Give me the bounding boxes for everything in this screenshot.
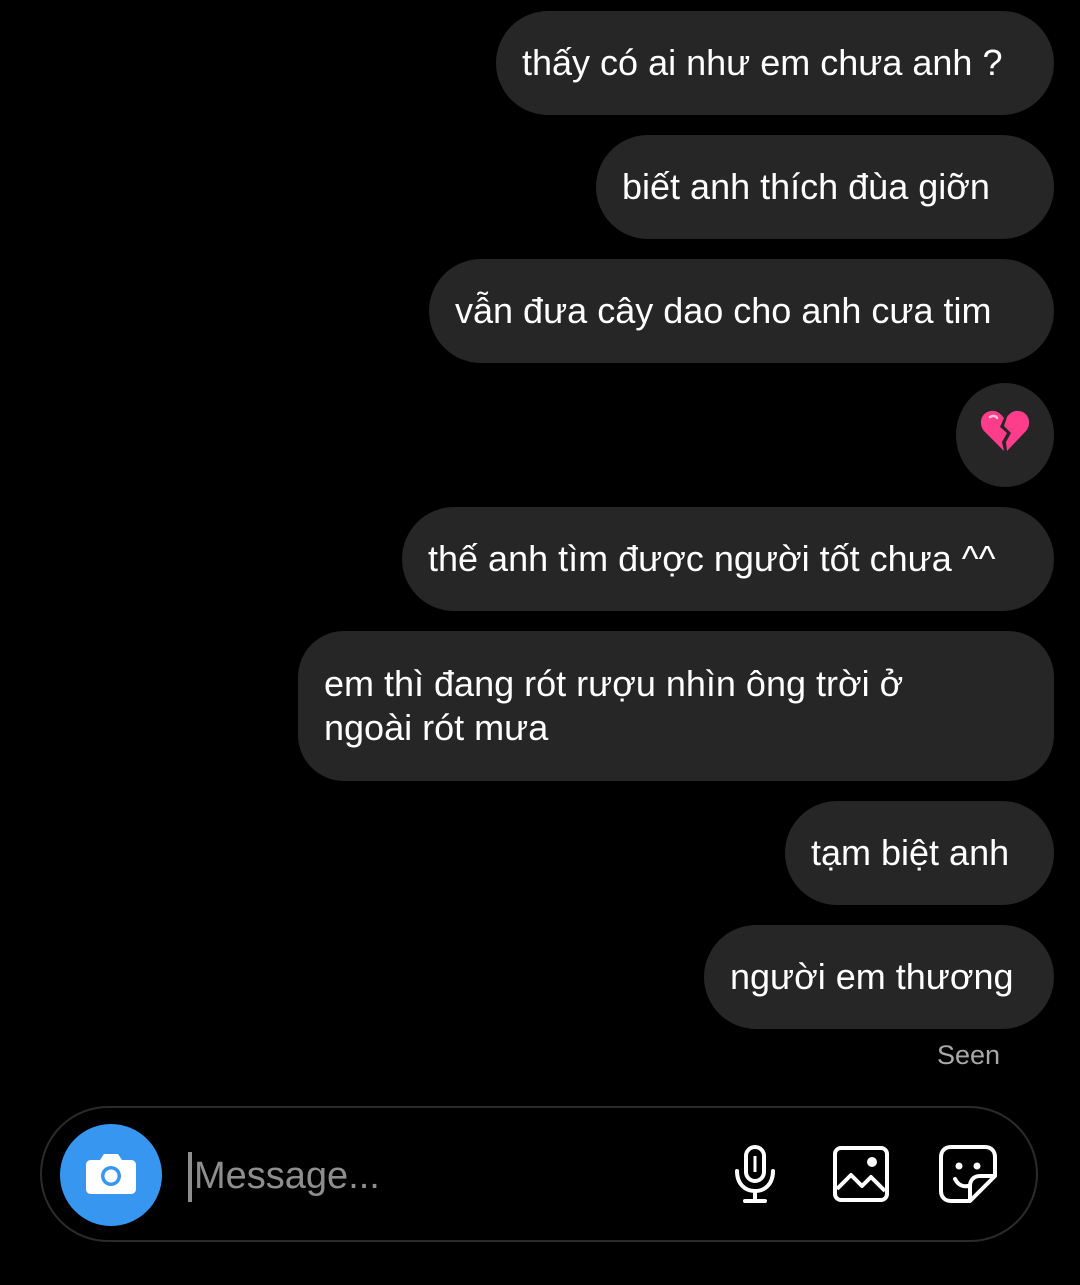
message-bubble[interactable]: người em thương: [704, 925, 1054, 1029]
gallery-button[interactable]: [829, 1144, 893, 1208]
message-bubble[interactable]: tạm biệt anh: [785, 801, 1054, 905]
message-input[interactable]: [188, 1146, 688, 1206]
message-text: biết anh thích đùa giỡn: [622, 166, 990, 207]
seen-status: Seen: [936, 1040, 1000, 1070]
message-bubble[interactable]: biết anh thích đùa giỡn: [596, 135, 1054, 239]
message-text: tạm biệt anh: [811, 832, 1010, 873]
message-bubble[interactable]: thấy có ai như em chưa anh ?: [496, 11, 1054, 115]
message-text: thấy có ai như em chưa anh ?: [522, 42, 1003, 83]
message-text: người em thương: [730, 956, 1014, 997]
chat-screen: thấy có ai như em chưa anh ? biết anh th…: [0, 0, 1080, 1285]
voice-message-button[interactable]: [723, 1144, 787, 1208]
sticker-button[interactable]: [936, 1144, 1000, 1208]
message-text: vẫn đưa cây dao cho anh cưa tim: [455, 290, 992, 331]
gallery-icon: [832, 1145, 890, 1208]
message-text: em thì đang rót rượu nhìn ông trời ở ngo…: [324, 663, 904, 748]
camera-icon: [83, 1150, 139, 1201]
message-composer: [40, 1106, 1038, 1242]
camera-button[interactable]: [60, 1124, 162, 1226]
broken-heart-emoji-icon: [980, 407, 1030, 463]
sticker-icon: [938, 1144, 998, 1209]
microphone-icon: [732, 1144, 778, 1209]
message-bubble[interactable]: thế anh tìm được người tốt chưa ^^: [402, 507, 1054, 611]
message-bubble[interactable]: em thì đang rót rượu nhìn ông trời ở ngo…: [298, 631, 1054, 781]
message-text: thế anh tìm được người tốt chưa ^^: [428, 538, 996, 579]
message-bubble[interactable]: vẫn đưa cây dao cho anh cưa tim: [429, 259, 1054, 363]
message-bubble[interactable]: [956, 383, 1054, 487]
